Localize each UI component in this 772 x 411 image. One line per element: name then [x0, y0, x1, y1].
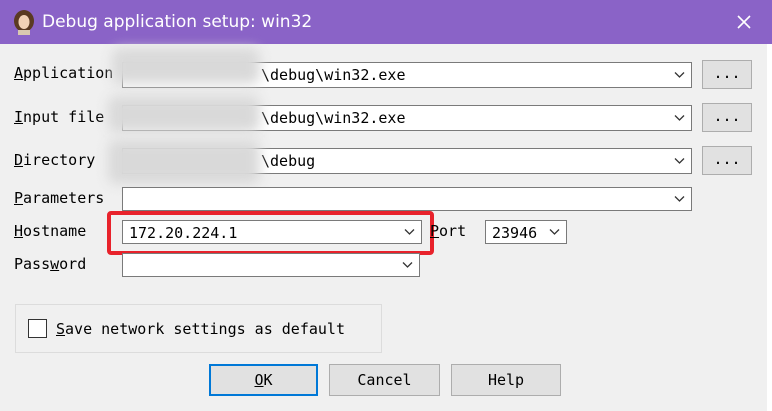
application-browse-button[interactable]: ... [702, 60, 752, 89]
background-window-edge [767, 44, 772, 411]
save-settings-checkbox[interactable] [28, 319, 47, 338]
redacted-path-blur [108, 96, 260, 132]
close-icon [737, 15, 751, 29]
chevron-down-icon [674, 158, 685, 164]
chevron-down-icon [549, 229, 560, 235]
port-label: Port [430, 222, 467, 240]
parameters-combo[interactable] [122, 187, 692, 211]
ida-portrait-icon [14, 10, 34, 35]
application-value: \debug\win32.exe [261, 66, 406, 84]
chevron-down-icon [674, 196, 685, 202]
redacted-path-blur [108, 140, 260, 184]
ok-button[interactable]: OK [209, 364, 318, 396]
parameters-label: Parameters [14, 189, 105, 207]
port-combo[interactable]: 23946 [485, 220, 567, 244]
input-file-browse-button[interactable]: ... [702, 103, 752, 132]
redacted-path-blur [112, 48, 260, 84]
directory-value: \debug [261, 152, 316, 170]
close-button[interactable] [728, 6, 760, 38]
directory-browse-button[interactable]: ... [702, 146, 752, 175]
title-bar: Debug application setup: win32 [0, 0, 772, 44]
chevron-down-icon [402, 262, 413, 268]
directory-label: Directory [14, 151, 96, 169]
password-label: Password [14, 255, 87, 273]
application-label: Application [14, 64, 114, 82]
cancel-button[interactable]: Cancel [329, 364, 440, 396]
save-settings-label[interactable]: Save network settings as default [56, 320, 345, 338]
port-value: 23946 [492, 224, 538, 242]
input-file-value: \debug\win32.exe [261, 109, 406, 127]
password-combo[interactable] [122, 253, 420, 277]
window-title: Debug application setup: win32 [42, 12, 313, 32]
chevron-down-icon [674, 72, 685, 78]
hostname-label: Hostname [14, 222, 87, 240]
hostname-highlight-box [107, 211, 434, 255]
input-file-label: Input file [14, 108, 105, 126]
help-button[interactable]: Help [451, 364, 561, 396]
chevron-down-icon [674, 115, 685, 121]
